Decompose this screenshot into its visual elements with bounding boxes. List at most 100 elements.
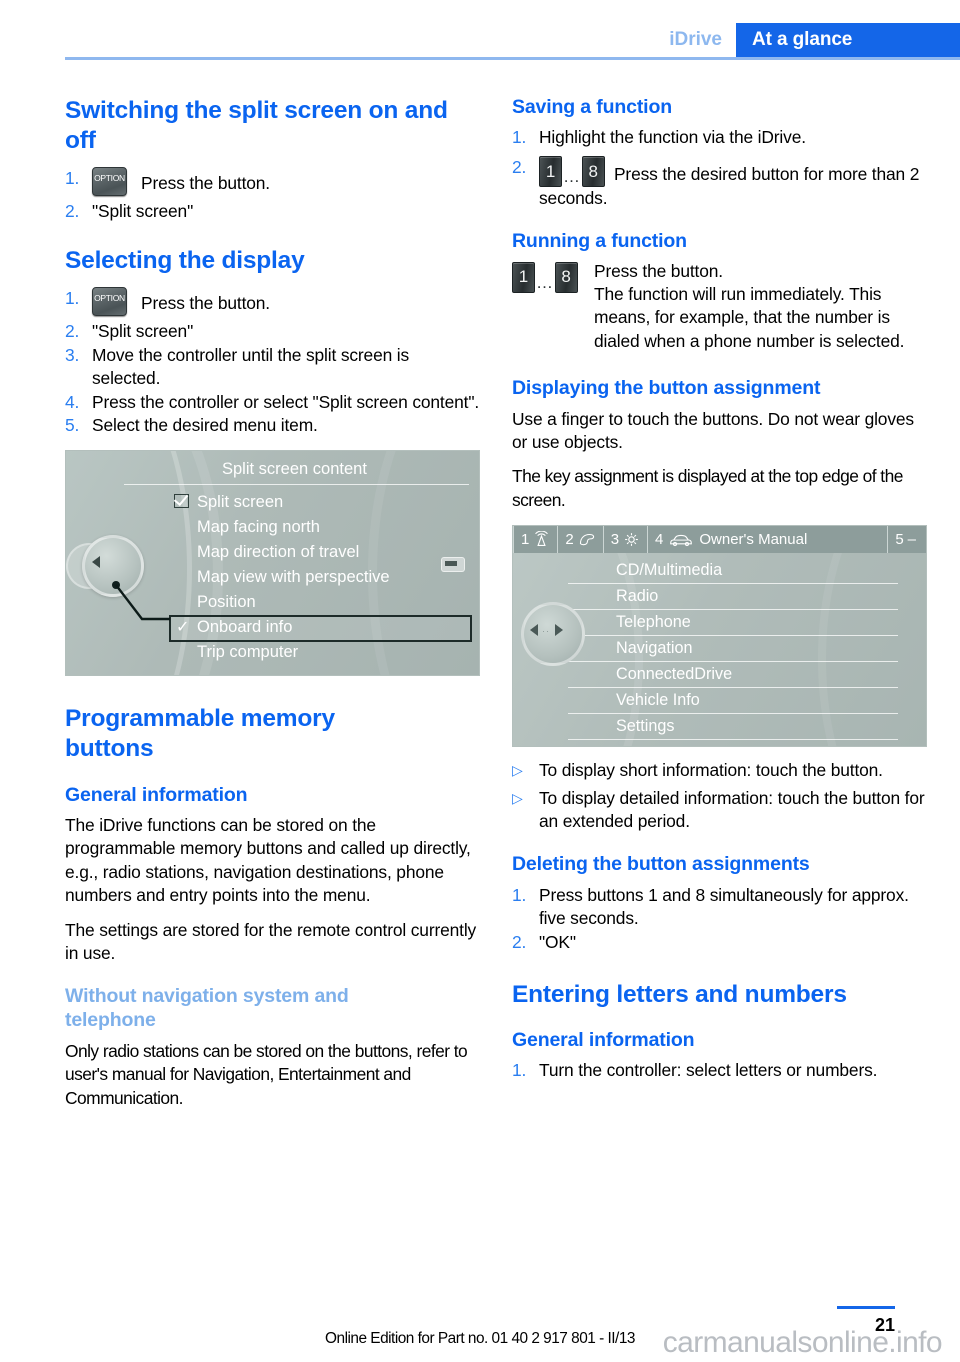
memory-slot-5[interactable]: 5 – — [887, 526, 926, 554]
paragraph-settings-stored: The settings are stored for the remote c… — [65, 919, 477, 964]
heading-switching-split-screen: Switching the split screen on and off — [65, 97, 448, 154]
paragraph-idrive-functions: The iDrive functions can be stored on th… — [65, 815, 471, 906]
screen-title: Split screen content — [222, 460, 367, 479]
menu-item-label: Telephone — [616, 613, 691, 632]
menu-item-cd-multimedia[interactable]: CD/Multimedia — [568, 558, 898, 585]
list-item: 2. 1 … 8 Press the desired button for mo… — [512, 155, 927, 210]
step-label: Press the button. — [141, 173, 270, 194]
list-item: 2. "OK" — [512, 931, 927, 954]
menu-item-vehicle-info[interactable]: Vehicle Info — [568, 688, 898, 715]
knob-left-arrow-icon — [530, 624, 538, 637]
list-item: 5. Select the desired menu item. — [65, 414, 480, 437]
step-text: Select the desired menu item. — [92, 414, 318, 435]
paragraph-function-runs-line1: The function will run immediately. This … — [594, 284, 905, 351]
menu-item-label: Trip computer — [197, 643, 299, 662]
heading-general-information-left: General information — [65, 783, 248, 806]
bullet-icon: ▷ — [512, 789, 523, 806]
step-number: 3. — [65, 344, 80, 365]
heading-displaying-button-assignment: Displaying the button assignment — [512, 377, 821, 400]
ellipsis-icon: … — [563, 166, 581, 186]
step-number: 2. — [512, 931, 527, 952]
list-item: 2. "Split screen" — [65, 200, 480, 223]
memory-button-1-icon: 1 — [512, 261, 535, 293]
bullet-icon: ▷ — [512, 762, 523, 779]
menu-item-label: Navigation — [616, 639, 693, 658]
ellipsis-icon: … — [536, 272, 554, 292]
section-tab-label: At a glance — [752, 29, 853, 50]
list-item: 1. Turn the controller: select letters o… — [512, 1059, 927, 1082]
step-text: Press buttons 1 and 8 simultaneously for… — [539, 884, 909, 929]
menu-item-telephone[interactable]: Telephone — [568, 610, 898, 637]
screen-menu-list: CD/Multimedia Radio Telephone Navigation… — [568, 558, 898, 741]
menu-item-connecteddrive[interactable]: ConnectedDrive — [568, 662, 898, 689]
step-text: OPTION Press the button. — [92, 167, 480, 197]
menu-item-trip-computer[interactable]: Trip computer — [176, 640, 476, 665]
heading-selecting-display: Selecting the display — [65, 246, 305, 274]
menu-item-label: CD/Multimedia — [616, 561, 723, 580]
menu-item-label: Map direction of travel — [197, 543, 360, 562]
step-number: 4. — [65, 391, 80, 412]
menu-item-split-screen[interactable]: Split screen — [174, 490, 476, 515]
menu-item-map-facing-north[interactable]: Map facing north — [176, 515, 476, 540]
phone-icon — [578, 531, 596, 548]
step-text: "OK" — [539, 931, 576, 952]
callout-leader-line — [115, 584, 170, 621]
memory-slot-4[interactable]: 4 Owner's Manual — [648, 526, 887, 553]
paragraph-use-a-finger: Use a finger to touch the buttons. Do no… — [512, 408, 914, 453]
step-number: 2. — [512, 156, 527, 177]
list-item: 3. Move the controller until the split s… — [65, 344, 480, 391]
knob-left-arrow-icon — [92, 556, 100, 569]
menu-item-settings[interactable]: Settings — [568, 714, 898, 741]
step-number: 1. — [512, 127, 527, 148]
memory-slot-1[interactable]: 1 — [513, 526, 559, 554]
memory-slot-3[interactable]: 3 — [604, 526, 649, 554]
checkbox-checked-icon — [174, 494, 189, 509]
step-number: 1. — [65, 288, 80, 309]
slot-number: 5 — [895, 531, 904, 549]
slot-number: 2 — [565, 531, 574, 549]
bullet-text: To display short information: touch the … — [539, 760, 883, 781]
antenna-icon — [533, 530, 550, 548]
heading-entering-letters-and-numbers: Entering letters and numbers — [512, 981, 847, 1009]
step-text: Move the controller until the split scre… — [92, 344, 410, 389]
list-item: ▷ To display short information: touch th… — [512, 759, 927, 782]
menu-item-label: Split screen — [197, 493, 284, 512]
step-text: Turn the controller: select letters or n… — [539, 1060, 878, 1081]
menu-item-radio[interactable]: Radio — [568, 584, 898, 611]
selection-highlight-box — [169, 615, 472, 643]
option-button-icon: OPTION — [92, 167, 127, 197]
paragraph-only-radio-stations: Only radio stations can be stored on the… — [65, 1041, 468, 1108]
left-column: Switching the split screen on and off 1.… — [65, 96, 480, 1110]
heading-without-navigation: Without navigation system and telephone — [65, 985, 349, 1032]
menu-item-map-view-with-perspective[interactable]: Map view with perspective — [176, 565, 476, 590]
slot-number: 4 — [655, 531, 664, 549]
running-function-block: 1 … 8 Press the button. The function wil… — [512, 260, 927, 354]
idrive-screen-split-screen-content: Split screen content Split screen Map fa… — [65, 450, 480, 677]
site-watermark: carmanualsonline.info — [662, 1326, 943, 1359]
screen-title-divider — [124, 484, 469, 486]
page-number-rule — [837, 1306, 895, 1309]
menu-item-navigation[interactable]: Navigation — [568, 636, 898, 663]
list-item: 1. OPTION Press the button. — [65, 287, 480, 317]
menu-item-position[interactable]: Position — [176, 590, 476, 615]
paragraph-press-the-button: Press the button. — [594, 260, 723, 281]
header-divider — [65, 57, 960, 60]
heading-programmable-memory-buttons: Programmable memory buttons — [65, 705, 335, 762]
list-selecting-steps: 1. OPTION Press the button. 2. "Split sc… — [65, 287, 480, 437]
memory-buttons-range-icon: 1 … 8 — [539, 155, 605, 187]
memory-button-8-icon: 8 — [581, 155, 605, 187]
heading-running-a-function: Running a function — [512, 230, 687, 253]
step-text: "Split screen" — [92, 201, 194, 222]
step-number: 2. — [65, 321, 80, 342]
menu-item-map-direction-of-travel[interactable]: Map direction of travel — [176, 540, 476, 565]
step-text: Press the controller or select "Split sc… — [92, 391, 480, 412]
page-header: iDrive At a glance — [0, 0, 960, 66]
step-text: "Split screen" — [92, 321, 194, 342]
memory-slot-2[interactable]: 2 — [558, 526, 604, 554]
list-deleting-steps: 1. Press buttons 1 and 8 simultaneously … — [512, 884, 927, 954]
option-button-icon: OPTION — [92, 287, 127, 317]
step-text: Highlight the function via the iDrive. — [539, 127, 806, 148]
list-saving-steps: 1. Highlight the function via the iDrive… — [512, 126, 927, 210]
idrive-screen-main-menu: 1 2 3 4 Owner's Manual 5 – CD/Multimedia… — [512, 525, 927, 748]
step-label: Press the button. — [141, 293, 270, 314]
